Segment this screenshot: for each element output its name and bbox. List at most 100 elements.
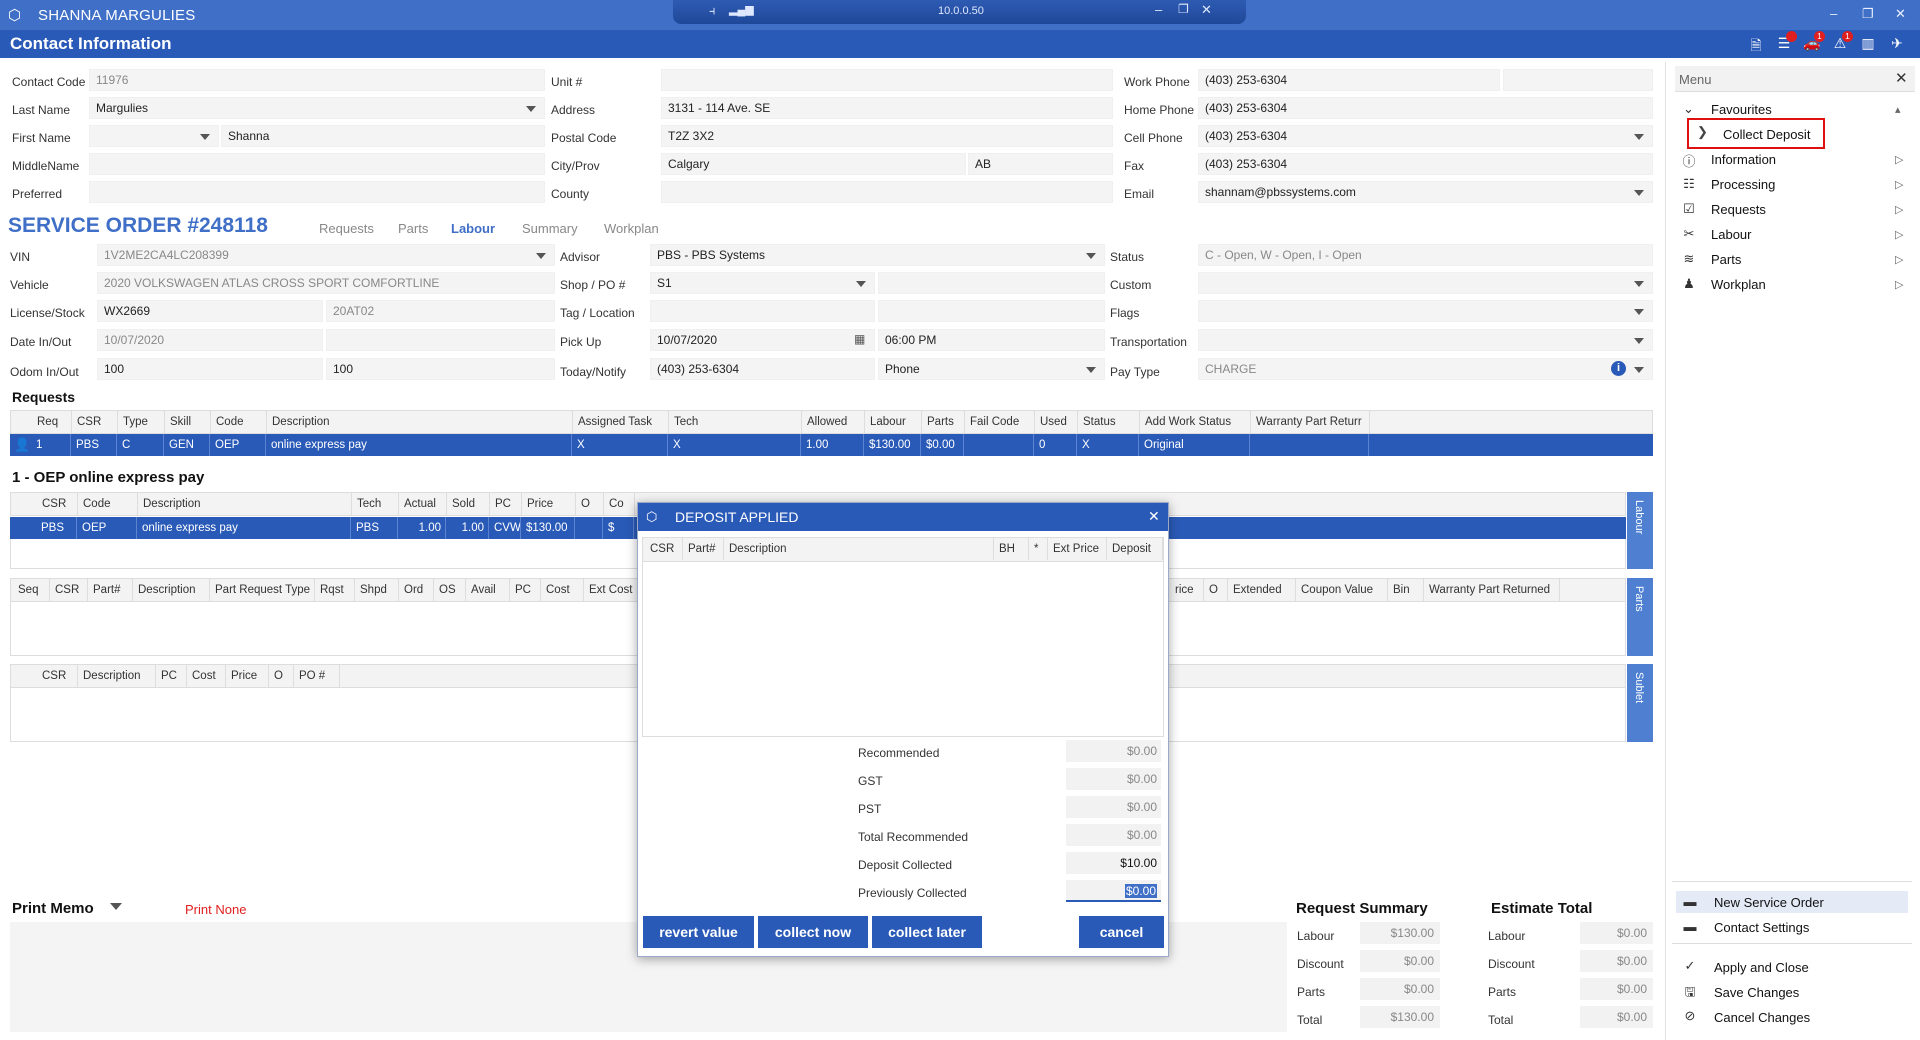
col-csr[interactable]: CSR	[646, 538, 683, 560]
tab-workplan[interactable]: Workplan	[604, 221, 659, 236]
fax-field[interactable]: (403) 253-6304	[1198, 153, 1653, 175]
col-used[interactable]: Used	[1036, 411, 1078, 433]
menu-favourites[interactable]: Favourites	[1711, 102, 1772, 117]
date-in-field[interactable]: 10/07/2020	[97, 329, 323, 351]
col-deposit[interactable]: Deposit	[1108, 538, 1163, 560]
col-description[interactable]: Description	[268, 411, 573, 433]
labour-side-tab[interactable]: Labour	[1627, 492, 1653, 569]
col-csr[interactable]: CSR	[73, 411, 118, 433]
odom-in-field[interactable]: 100	[97, 358, 323, 380]
tab-parts[interactable]: Parts	[398, 221, 428, 236]
custom-field[interactable]	[1198, 272, 1653, 294]
col-cost[interactable]: Cost	[188, 665, 226, 687]
col-pc[interactable]: PC	[491, 493, 522, 515]
tab-requests[interactable]: Requests	[319, 221, 374, 236]
cancel-button[interactable]: cancel	[1079, 916, 1164, 948]
restore-icon[interactable]: ❐	[1862, 6, 1874, 22]
col-coupon-value[interactable]: Coupon Value	[1297, 579, 1388, 601]
col-description[interactable]: Description	[139, 493, 352, 515]
col-bin[interactable]: Bin	[1389, 579, 1424, 601]
col-avail[interactable]: Avail	[467, 579, 510, 601]
col-part[interactable]: Part#	[684, 538, 724, 560]
airplane-icon[interactable]: ✈	[1888, 35, 1906, 53]
notify-phone-field[interactable]: (403) 253-6304	[650, 358, 875, 380]
preferred-field[interactable]	[89, 181, 545, 203]
col-pc[interactable]: PC	[157, 665, 187, 687]
col-actual[interactable]: Actual	[400, 493, 447, 515]
menu-save-changes[interactable]: Save Changes	[1714, 985, 1799, 1000]
vehicle-field[interactable]: 2020 VOLKSWAGEN ATLAS CROSS SPORT COMFOR…	[97, 272, 555, 294]
col-warranty-part-returned[interactable]: Warranty Part Returned	[1425, 579, 1560, 601]
col-o[interactable]: O	[577, 493, 604, 515]
col-status[interactable]: Status	[1079, 411, 1140, 433]
stock-field[interactable]: 20AT02	[326, 300, 555, 322]
col-parts[interactable]: Parts	[923, 411, 965, 433]
sublet-side-tab[interactable]: Sublet	[1627, 664, 1653, 742]
middle-name-field[interactable]	[89, 153, 545, 175]
flags-field[interactable]	[1198, 300, 1653, 322]
minimize-icon[interactable]: –	[1830, 6, 1837, 21]
status-field[interactable]: C - Open, W - Open, I - Open	[1198, 244, 1653, 266]
menu-collect-deposit[interactable]: Collect Deposit	[1723, 127, 1810, 142]
car-icon[interactable]: 🚗 1	[1803, 31, 1825, 53]
pin-icon[interactable]: ⫞	[709, 3, 716, 19]
col-description[interactable]: Description	[725, 538, 994, 560]
favourites-expand-icon[interactable]: ▴	[1895, 103, 1901, 116]
col-tech[interactable]: Tech	[670, 411, 802, 433]
col-ext-cost[interactable]: Ext Cost	[585, 579, 645, 601]
first-name-field[interactable]: Shanna	[221, 125, 545, 147]
col-assigned-task[interactable]: Assigned Task	[574, 411, 669, 433]
odom-out-field[interactable]: 100	[326, 358, 555, 380]
notify-type-select[interactable]: Phone	[878, 358, 1105, 380]
col-description[interactable]: Description	[134, 579, 210, 601]
transportation-field[interactable]	[1198, 329, 1653, 351]
shop-field[interactable]: S1	[650, 272, 875, 294]
close-icon[interactable]: ✕	[1895, 6, 1906, 22]
col-price[interactable]: rice	[1171, 579, 1204, 601]
conn-minimize-icon[interactable]: –	[1155, 2, 1162, 17]
menu-new-service-order[interactable]: New Service Order	[1714, 895, 1824, 910]
parts-side-tab[interactable]: Parts	[1627, 578, 1653, 656]
pickup-date-field[interactable]: 10/07/2020	[650, 329, 875, 351]
date-out-field[interactable]	[326, 329, 555, 351]
col-price[interactable]: Price	[227, 665, 269, 687]
col-warranty[interactable]: Warranty Part Returr	[1252, 411, 1370, 433]
pickup-time-field[interactable]: 06:00 PM	[878, 329, 1105, 351]
col-extended[interactable]: Extended	[1229, 579, 1296, 601]
menu-requests[interactable]: Requests	[1711, 202, 1766, 217]
menu-close-icon[interactable]: ✕	[1895, 69, 1908, 87]
menu-apply-close[interactable]: Apply and Close	[1714, 960, 1809, 975]
col-price[interactable]: Price	[523, 493, 576, 515]
menu-workplan[interactable]: Workplan	[1711, 277, 1766, 292]
col-labour[interactable]: Labour	[866, 411, 922, 433]
po-field[interactable]	[878, 272, 1105, 294]
menu-labour[interactable]: Labour	[1711, 227, 1751, 242]
warning-icon[interactable]: ⚠ 1	[1831, 31, 1853, 53]
col-os[interactable]: OS	[435, 579, 466, 601]
col-part-request-type[interactable]: Part Request Type	[211, 579, 315, 601]
advisor-field[interactable]: PBS - PBS Systems	[650, 244, 1105, 266]
list-icon[interactable]: ☰	[1775, 31, 1797, 53]
province-field[interactable]: AB	[968, 153, 1113, 175]
contact-code-field[interactable]: 11976	[89, 69, 545, 91]
conn-close-icon[interactable]: ✕	[1201, 2, 1212, 18]
col-shpd[interactable]: Shpd	[356, 579, 399, 601]
email-field[interactable]: shannam@pbssystems.com	[1198, 181, 1653, 203]
col-ext-price[interactable]: Ext Price	[1049, 538, 1107, 560]
location-field[interactable]	[878, 300, 1105, 322]
document-icon[interactable]: 🗎	[1747, 35, 1765, 53]
col-star[interactable]: *	[1030, 538, 1048, 560]
pay-type-field[interactable]: CHARGE	[1198, 358, 1653, 380]
col-skill[interactable]: Skill	[166, 411, 211, 433]
col-csr[interactable]: CSR	[51, 579, 88, 601]
col-bh[interactable]: BH	[995, 538, 1029, 560]
col-type[interactable]: Type	[119, 411, 165, 433]
col-sold[interactable]: Sold	[448, 493, 490, 515]
col-csr[interactable]: CSR	[38, 665, 78, 687]
col-rqst[interactable]: Rqst	[316, 579, 355, 601]
col-o[interactable]: O	[270, 665, 294, 687]
col-seq[interactable]: Seq	[14, 579, 50, 601]
chart-icon[interactable]: ▥	[1859, 35, 1877, 53]
table-row[interactable]: 👤 1 PBS C GEN OEP online express pay X X…	[10, 434, 1653, 456]
tag-field[interactable]	[650, 300, 875, 322]
